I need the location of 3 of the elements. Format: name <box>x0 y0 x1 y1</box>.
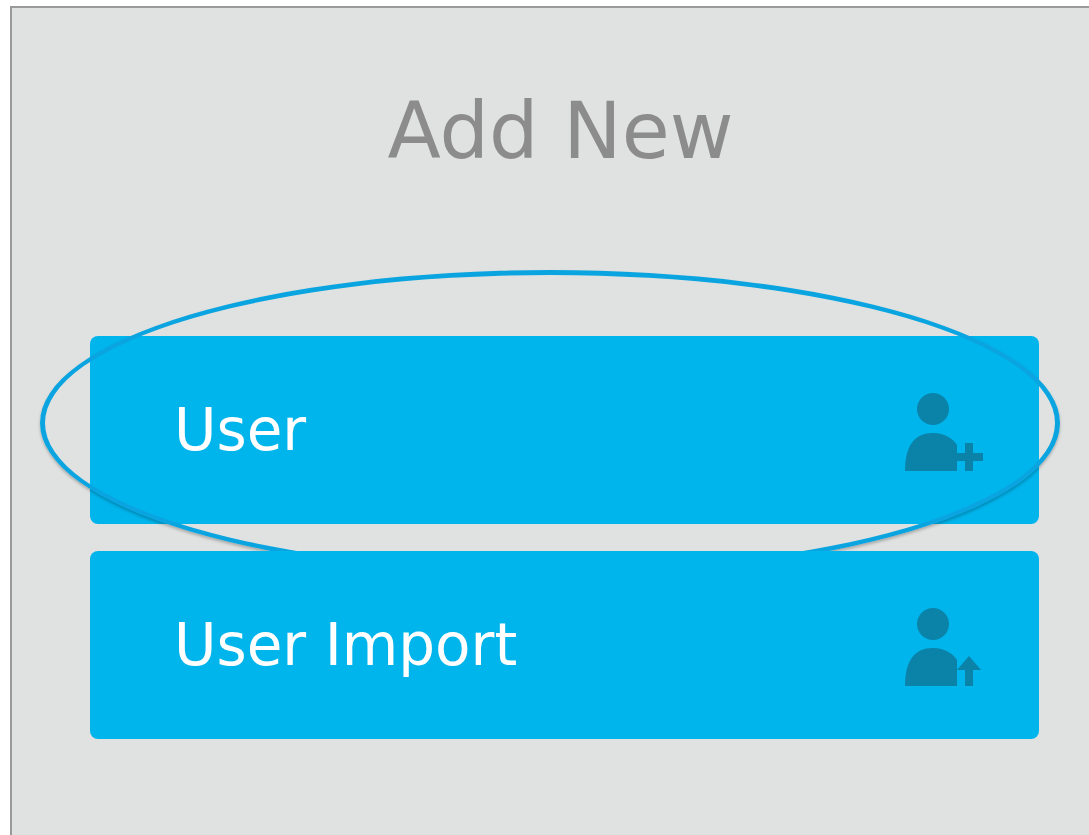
panel-title: Add New <box>386 86 735 176</box>
add-user-button[interactable]: User Import <box>90 551 1039 739</box>
add-user-button[interactable]: User <box>90 336 1039 524</box>
